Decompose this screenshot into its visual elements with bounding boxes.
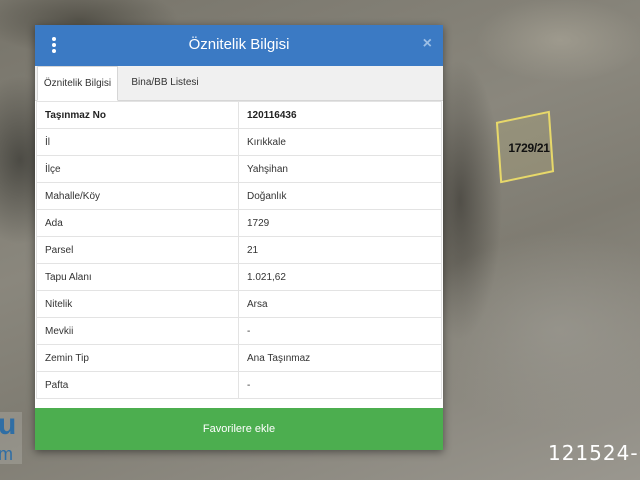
table-row: İl Kırıkkale: [36, 128, 442, 156]
attribute-value: 1.021,62: [238, 263, 442, 291]
table-row: Nitelik Arsa: [36, 290, 442, 318]
attribute-key: Nitelik: [36, 290, 239, 318]
attribute-key: Ada: [36, 209, 239, 237]
attribute-value: 120116436: [238, 101, 442, 129]
table-row: Tapu Alanı 1.021,62: [36, 263, 442, 291]
add-to-favorites-button[interactable]: Favorilere ekle: [35, 408, 443, 450]
attribute-table: Taşınmaz No 120116436 İl Kırıkkale İlçe Yahşi…: [36, 101, 442, 399]
attribute-key: Taşınmaz No: [36, 101, 239, 129]
table-row: Ada 1729: [36, 209, 442, 237]
attribute-key: İl: [36, 128, 239, 156]
attribute-key: İlçe: [36, 155, 239, 183]
attribute-value: Yahşihan: [238, 155, 442, 183]
parcel-label: 1729/21: [508, 141, 550, 155]
watermark-letter: u: [0, 408, 17, 441]
attribute-value: Kırıkkale: [238, 128, 442, 156]
table-row: Parsel 21: [36, 236, 442, 264]
attribute-value: Arsa: [238, 290, 442, 318]
table-row: Mevkii -: [36, 317, 442, 345]
tab-building-list[interactable]: Bina/BB Listesi: [125, 66, 205, 100]
table-row: Mahalle/Köy Doğanlık: [36, 182, 442, 210]
table-row: Pafta -: [36, 371, 442, 399]
attribute-key: Mevkii: [36, 317, 239, 345]
attribute-key: Zemin Tip: [36, 344, 239, 372]
attribute-info-dialog: Öznitelik Bilgisi × Öznitelik Bilgisi Bi…: [35, 25, 443, 450]
dialog-title: Öznitelik Bilgisi: [188, 36, 290, 53]
attribute-key: Pafta: [36, 371, 239, 399]
attribute-key: Mahalle/Köy: [36, 182, 239, 210]
tab-bar: Öznitelik Bilgisi Bina/BB Listesi: [35, 66, 443, 101]
listing-id: 121524-0: [548, 441, 640, 465]
attribute-value: Ana Taşınmaz: [238, 344, 442, 372]
attribute-value: Doğanlık: [238, 182, 442, 210]
attribute-value: 21: [238, 236, 442, 264]
attribute-key: Tapu Alanı: [36, 263, 239, 291]
attribute-value: 1729: [238, 209, 442, 237]
tab-attribute-info[interactable]: Öznitelik Bilgisi: [37, 66, 118, 101]
attribute-value: -: [238, 371, 442, 399]
table-row: Zemin Tip Ana Taşınmaz: [36, 344, 442, 372]
attribute-key: Parsel: [36, 236, 239, 264]
attribute-value: -: [238, 317, 442, 345]
table-row: İlçe Yahşihan: [36, 155, 442, 183]
table-row: Taşınmaz No 120116436: [36, 101, 442, 129]
close-icon[interactable]: ×: [423, 35, 432, 53]
dialog-header: Öznitelik Bilgisi ×: [35, 25, 443, 66]
watermark-letter-small: m: [0, 444, 13, 464]
